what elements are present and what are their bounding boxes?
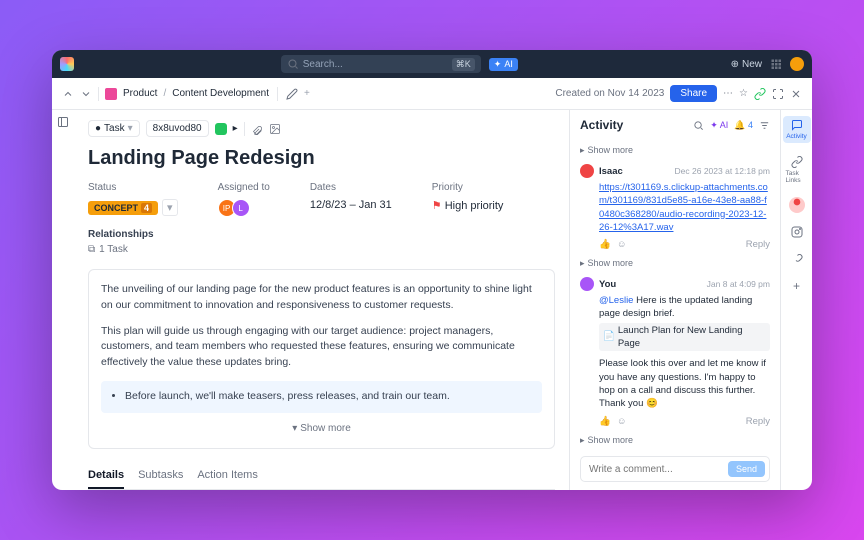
comment-ts: Dec 26 2023 at 12:18 pm <box>675 166 770 176</box>
new-button[interactable]: ⊕ New <box>731 59 762 70</box>
tab-details[interactable]: Details <box>88 463 124 489</box>
breadcrumb-space[interactable]: Product <box>123 88 157 99</box>
notifications-button[interactable]: 🔔 4 <box>734 120 753 131</box>
chat-icon <box>791 119 803 131</box>
send-button[interactable]: Send <box>728 461 765 477</box>
rail-link[interactable] <box>783 251 811 269</box>
user-avatar[interactable] <box>790 57 804 71</box>
filter-icon[interactable] <box>759 120 770 131</box>
react-icon[interactable]: ☺ <box>617 239 627 250</box>
callout: Before launch, we'll make teasers, press… <box>101 381 542 413</box>
task-title[interactable]: Landing Page Redesign <box>88 147 555 170</box>
desc-p1: The unveiling of our landing page for th… <box>101 282 542 314</box>
priority-value[interactable]: ⚑ High priority <box>432 199 504 212</box>
tab-subtasks[interactable]: Subtasks <box>138 463 183 489</box>
status-next-icon[interactable]: ▾ <box>162 199 178 216</box>
search-placeholder: Search... <box>303 59 343 70</box>
record-icon <box>792 197 802 207</box>
chevron-up-icon[interactable] <box>62 88 74 100</box>
app-logo[interactable] <box>60 57 74 71</box>
priority-label: Priority <box>432 182 504 193</box>
link-icon <box>791 156 803 168</box>
tab-action-items[interactable]: Action Items <box>197 463 258 489</box>
task-id-chip[interactable]: 8x8uvod80 <box>146 120 209 137</box>
task-type-chip[interactable]: ● Task ▾ <box>88 120 140 137</box>
breadcrumb-folder[interactable]: Content Development <box>172 88 269 99</box>
comment-author: Isaac <box>599 166 623 177</box>
show-more-button[interactable]: ▾ Show more <box>101 421 542 436</box>
callout-bullet: Before launch, we'll make teasers, press… <box>125 389 532 405</box>
comment-text: Please look this over and let me know if… <box>599 357 770 410</box>
apps-icon[interactable] <box>770 58 782 70</box>
activity-title: Activity <box>580 118 623 132</box>
show-more-activity[interactable]: ▸ Show more <box>580 258 770 269</box>
dates-label: Dates <box>310 182 392 193</box>
search-activity-icon[interactable] <box>693 120 704 131</box>
play-button[interactable]: ▸ <box>233 123 238 134</box>
collapse-icon[interactable] <box>57 116 69 128</box>
doc-chip[interactable]: 📄 Launch Plan for New Landing Page <box>599 323 770 352</box>
comment-avatar <box>580 164 594 178</box>
rail-task-links[interactable]: Task Links <box>783 153 811 187</box>
dates-value[interactable]: 12/8/23 – Jan 31 <box>310 199 392 211</box>
search-input[interactable]: Search... ⌘K <box>281 55 481 73</box>
show-more-activity[interactable]: ▸ Show more <box>580 145 770 156</box>
like-icon[interactable]: 👍 <box>599 416 611 427</box>
status-label: Status <box>88 182 178 193</box>
close-icon[interactable] <box>790 88 802 100</box>
instagram-icon <box>791 226 803 238</box>
image-icon[interactable] <box>269 123 281 135</box>
status-dot[interactable] <box>215 123 227 135</box>
relationship-item[interactable]: ⧉ 1 Task <box>88 244 555 255</box>
comment-input[interactable] <box>589 464 722 475</box>
assignees[interactable]: IP L <box>218 199 270 217</box>
status-chip[interactable]: CONCEPT 4 <box>88 201 158 215</box>
rail-activity[interactable]: Activity <box>783 116 811 143</box>
rail-clip[interactable] <box>789 197 805 213</box>
mention[interactable]: @Leslie <box>599 295 633 306</box>
comment-author: You <box>599 279 616 290</box>
attachment-icon[interactable] <box>251 123 263 135</box>
chevron-down-icon[interactable] <box>80 88 92 100</box>
assigned-label: Assigned to <box>218 182 270 193</box>
react-icon[interactable]: ☺ <box>617 416 627 427</box>
add-button[interactable]: + <box>304 88 310 99</box>
reply-button[interactable]: Reply <box>746 239 770 250</box>
description-box[interactable]: The unveiling of our landing page for th… <box>88 269 555 449</box>
desc-p2: This plan will guide us through engaging… <box>101 324 542 371</box>
search-icon <box>287 58 299 70</box>
comment-ts: Jan 8 at 4:09 pm <box>707 279 770 289</box>
comment-composer[interactable]: Send <box>580 456 770 482</box>
like-icon[interactable]: 👍 <box>599 239 611 250</box>
share-button[interactable]: Share <box>670 85 717 102</box>
expand-icon[interactable] <box>772 88 784 100</box>
share-link-icon <box>791 254 803 266</box>
copy-link-icon[interactable] <box>754 88 766 100</box>
kbd-shortcut: ⌘K <box>452 58 475 71</box>
ai-button[interactable]: ✦ AI <box>489 58 518 71</box>
relationships-label: Relationships <box>88 229 555 240</box>
star-icon[interactable]: ☆ <box>739 88 748 99</box>
show-more-activity[interactable]: ▸ Show more <box>580 435 770 446</box>
space-icon <box>105 88 117 100</box>
edit-icon[interactable] <box>286 88 298 100</box>
comment-avatar <box>580 277 594 291</box>
created-date: Created on Nov 14 2023 <box>555 88 664 99</box>
reply-button[interactable]: Reply <box>746 416 770 427</box>
activity-ai-button[interactable]: ✦ AI <box>710 120 728 131</box>
comment-link[interactable]: https://t301169.s.clickup-attachments.co… <box>599 182 768 233</box>
rail-add[interactable]: + <box>793 279 800 293</box>
rail-instagram[interactable] <box>783 223 811 241</box>
more-icon[interactable]: ⋯ <box>723 88 733 99</box>
